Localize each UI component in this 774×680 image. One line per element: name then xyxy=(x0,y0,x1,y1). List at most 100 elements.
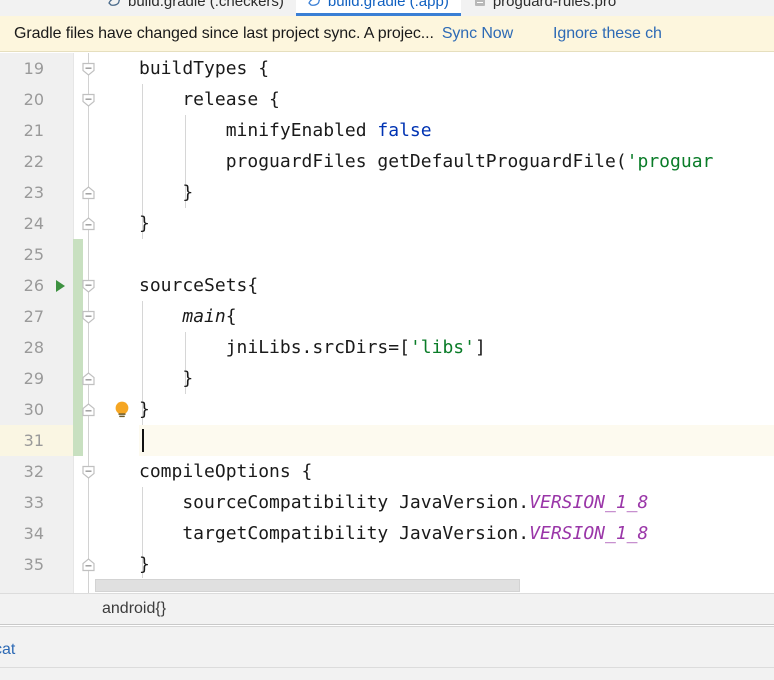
code-line-text[interactable]: } xyxy=(139,177,774,208)
intention-bulb-cell[interactable] xyxy=(105,518,139,549)
line-number: 34 xyxy=(23,524,44,543)
intention-bulb-cell[interactable] xyxy=(105,332,139,363)
code-line-row[interactable]: 28 jniLibs.srcDirs=['libs'] xyxy=(0,332,774,363)
fold-gutter-cell[interactable] xyxy=(73,177,105,208)
code-line-row[interactable]: 23 } xyxy=(0,177,774,208)
code-line-text[interactable]: sourceCompatibility JavaVersion.VERSION_… xyxy=(139,487,774,518)
code-line-row[interactable]: 30} xyxy=(0,394,774,425)
intention-bulb-cell[interactable] xyxy=(105,208,139,239)
editor-tab-build-gradle-app[interactable]: build.gradle (:app) xyxy=(295,0,461,16)
code-line-row[interactable]: 27 main{ xyxy=(0,301,774,332)
fold-gutter-cell[interactable] xyxy=(73,518,105,549)
sync-now-link[interactable]: Sync Now xyxy=(442,25,513,43)
fold-gutter-cell[interactable] xyxy=(73,487,105,518)
code-line-text[interactable]: release { xyxy=(139,84,774,115)
code-line-row[interactable]: 26 sourceSets{ xyxy=(0,270,774,301)
code-line-text[interactable]: main{ xyxy=(139,301,774,332)
code-line-text[interactable]: } xyxy=(139,363,774,394)
fold-marker-collapse-icon[interactable] xyxy=(81,371,96,386)
code-line-row[interactable]: 19 buildTypes { xyxy=(0,53,774,84)
code-line-row[interactable]: 22 proguardFiles getDefaultProguardFile(… xyxy=(0,146,774,177)
intention-bulb-cell[interactable] xyxy=(105,363,139,394)
line-number: 30 xyxy=(23,400,44,419)
code-line-row[interactable]: 21 minifyEnabled false xyxy=(0,115,774,146)
code-line-row[interactable]: 25 xyxy=(0,239,774,270)
intention-bulb-cell[interactable] xyxy=(105,394,139,425)
fold-gutter-cell[interactable] xyxy=(73,425,105,456)
breadcrumb-item-android[interactable]: android{} xyxy=(102,600,166,618)
code-line-text[interactable] xyxy=(139,239,774,270)
editor-tab-build-gradle-checkers[interactable]: build.gradle (:checkers) xyxy=(96,0,296,16)
editor-tab-label: proguard-rules.pro xyxy=(492,0,617,10)
code-line-text[interactable]: proguardFiles getDefaultProguardFile('pr… xyxy=(139,146,774,177)
fold-gutter-cell[interactable] xyxy=(73,394,105,425)
fold-gutter-cell[interactable] xyxy=(73,456,105,487)
fold-gutter-cell[interactable] xyxy=(73,270,105,301)
fold-gutter-cell[interactable] xyxy=(73,84,105,115)
fold-marker-collapse-icon[interactable] xyxy=(81,402,96,417)
fold-gutter-cell[interactable] xyxy=(73,239,105,270)
fold-marker-collapse-icon[interactable] xyxy=(81,557,96,572)
intention-bulb-cell[interactable] xyxy=(105,425,139,456)
code-line-row[interactable]: 33 sourceCompatibility JavaVersion.VERSI… xyxy=(0,487,774,518)
fold-marker-expanded-icon[interactable] xyxy=(81,278,96,293)
code-line-text[interactable]: minifyEnabled false xyxy=(139,115,774,146)
fold-gutter-cell[interactable] xyxy=(73,208,105,239)
fold-gutter-cell[interactable] xyxy=(73,53,105,84)
tool-strip-divider xyxy=(0,667,774,668)
intention-bulb-cell[interactable] xyxy=(105,301,139,332)
fold-marker-expanded-icon[interactable] xyxy=(81,61,96,76)
code-line-text[interactable]: targetCompatibility JavaVersion.VERSION_… xyxy=(139,518,774,549)
editor-horizontal-scrollbar-thumb[interactable] xyxy=(95,579,520,592)
fold-gutter-cell[interactable] xyxy=(73,301,105,332)
intention-bulb-cell[interactable] xyxy=(105,270,139,301)
fold-marker-expanded-icon[interactable] xyxy=(81,309,96,324)
intention-bulb-cell[interactable] xyxy=(105,146,139,177)
fold-gutter-cell[interactable] xyxy=(73,332,105,363)
editor-tab-proguard-rules[interactable]: proguard-rules.pro xyxy=(460,0,629,16)
code-line-row[interactable]: 31 xyxy=(0,425,774,456)
tool-window-tab-logcat[interactable]: cat xyxy=(0,641,15,659)
code-line-row[interactable]: 35} xyxy=(0,549,774,580)
intention-bulb-cell[interactable] xyxy=(105,53,139,84)
fold-gutter-cell[interactable] xyxy=(73,146,105,177)
code-line-text[interactable]: } xyxy=(139,208,774,239)
fold-marker-collapse-icon[interactable] xyxy=(81,216,96,231)
fold-gutter-cell[interactable] xyxy=(73,363,105,394)
code-line-row[interactable]: 20 release { xyxy=(0,84,774,115)
intention-bulb-cell[interactable] xyxy=(105,177,139,208)
code-line-row[interactable]: 34 targetCompatibility JavaVersion.VERSI… xyxy=(0,518,774,549)
code-line-row[interactable]: 32 compileOptions { xyxy=(0,456,774,487)
text-file-icon xyxy=(474,0,485,6)
code-line-text[interactable]: } xyxy=(139,394,774,425)
intention-bulb-cell[interactable] xyxy=(105,115,139,146)
intention-bulb-cell[interactable] xyxy=(105,487,139,518)
code-line-text[interactable]: compileOptions { xyxy=(139,456,774,487)
intention-bulb-icon[interactable] xyxy=(111,399,133,421)
code-line-text[interactable]: buildTypes { xyxy=(139,53,774,84)
code-line-row[interactable]: 29 } xyxy=(0,363,774,394)
fold-marker-expanded-icon[interactable] xyxy=(81,92,96,107)
code-line-text[interactable]: jniLibs.srcDirs=['libs'] xyxy=(139,332,774,363)
code-line-text[interactable]: } xyxy=(139,549,774,580)
code-editor[interactable]: 19 buildTypes {20 release {21 minifyEnabl… xyxy=(0,53,774,593)
fold-gutter-cell[interactable] xyxy=(73,115,105,146)
line-number: 29 xyxy=(23,369,44,388)
intention-bulb-cell[interactable] xyxy=(105,549,139,580)
tool-window-tabs: cat xyxy=(0,637,15,663)
run-gutter-icon[interactable] xyxy=(56,279,65,292)
line-number: 20 xyxy=(23,90,44,109)
ignore-these-changes-link[interactable]: Ignore these ch xyxy=(553,25,662,43)
fold-marker-collapse-icon[interactable] xyxy=(81,185,96,200)
breadcrumb[interactable]: android{} xyxy=(0,593,774,625)
code-line-text[interactable]: sourceSets{ xyxy=(139,270,774,301)
fold-marker-expanded-icon[interactable] xyxy=(81,464,96,479)
fold-gutter-cell[interactable] xyxy=(73,549,105,580)
code-line-text[interactable] xyxy=(139,425,774,456)
intention-bulb-cell[interactable] xyxy=(105,84,139,115)
editor-horizontal-scrollbar[interactable] xyxy=(95,578,774,593)
code-line-row[interactable]: 24} xyxy=(0,208,774,239)
intention-bulb-cell[interactable] xyxy=(105,239,139,270)
intention-bulb-cell[interactable] xyxy=(105,456,139,487)
editor-tab-label: build.gradle (:checkers) xyxy=(128,0,284,10)
